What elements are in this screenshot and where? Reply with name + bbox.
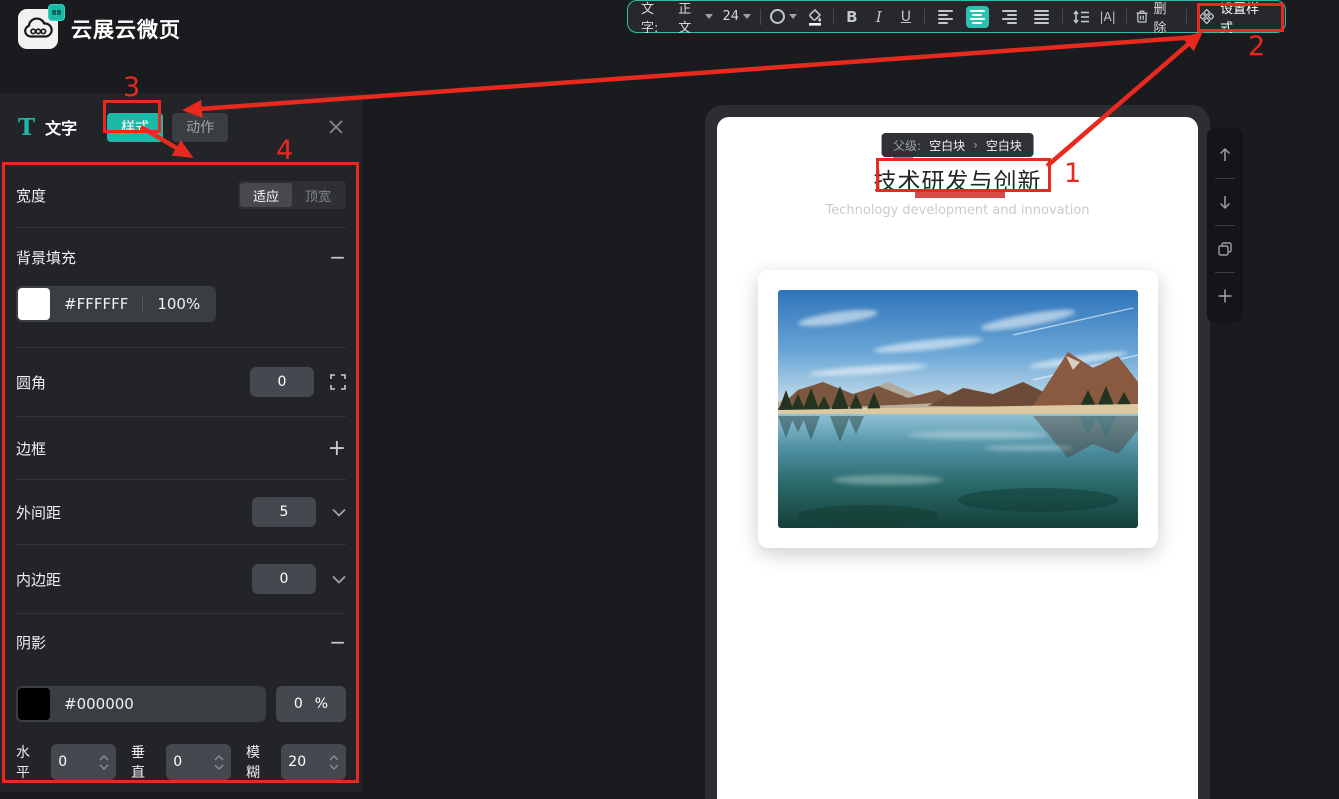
- percent-sign: %: [315, 696, 328, 712]
- chevron-down-icon[interactable]: [332, 508, 346, 517]
- app-logo[interactable]: 88 云展云微页: [18, 9, 181, 49]
- trash-icon: [1136, 9, 1148, 24]
- collapse-minus-icon[interactable]: −: [329, 245, 346, 269]
- text-color-picker[interactable]: [770, 9, 797, 24]
- shadow-blur-label: 模糊: [246, 742, 272, 782]
- page-preview-frame: 父级: 空白块 › 空白块 技术研发与创新 Technology develop…: [705, 105, 1210, 799]
- font-family-dropdown[interactable]: 正文: [678, 0, 713, 36]
- margin-label: 外间距: [16, 502, 61, 523]
- move-down-button[interactable]: [1207, 183, 1243, 221]
- background-opacity-value: 100%: [157, 295, 200, 313]
- align-justify-button[interactable]: [1030, 6, 1053, 28]
- breadcrumb-parent[interactable]: 空白块: [929, 137, 965, 154]
- align-center-button[interactable]: [966, 6, 989, 28]
- stepper-arrows-icon[interactable]: [99, 755, 109, 770]
- logo-badge: 88: [48, 4, 65, 21]
- shadow-label: 阴影: [16, 632, 46, 653]
- photo-card[interactable]: [758, 270, 1158, 548]
- text-color-circle-icon: [770, 9, 785, 24]
- width-label: 宽度: [16, 185, 46, 206]
- chevron-down-icon: [789, 14, 797, 19]
- collapse-minus-icon[interactable]: −: [329, 630, 346, 654]
- text-type-icon: T: [18, 114, 35, 141]
- shadow-horizontal-label: 水平: [16, 742, 42, 782]
- text-format-toolbar: 文字: 正文 24 B I U: [627, 0, 1286, 33]
- align-right-button[interactable]: [998, 6, 1021, 28]
- stepper-arrows-icon[interactable]: [214, 755, 224, 770]
- color-swatch: [18, 288, 50, 320]
- app-title: 云展云微页: [71, 14, 181, 44]
- breadcrumb-child[interactable]: 空白块: [986, 137, 1022, 154]
- set-style-button[interactable]: 设置样式: [1196, 0, 1272, 36]
- move-up-button[interactable]: [1207, 136, 1243, 174]
- italic-button[interactable]: I: [870, 6, 888, 28]
- toolbar-divider: [760, 9, 761, 25]
- shadow-color-value: #000000: [64, 695, 134, 713]
- annotation-number-2: 2: [1248, 31, 1265, 62]
- font-size-dropdown[interactable]: 24: [722, 9, 751, 24]
- toolbar-divider: [1126, 9, 1127, 25]
- color-swatch: [18, 688, 50, 720]
- logo-cloud-icon: 88: [18, 9, 58, 49]
- stepper-arrows-icon[interactable]: [329, 755, 339, 770]
- duplicate-button[interactable]: [1207, 230, 1243, 268]
- element-side-toolbar: [1207, 128, 1243, 323]
- radius-input[interactable]: 0: [250, 367, 314, 397]
- text-style-panel: T 文字 样式 动作 宽度 适应 顶宽 背景填充 − #FFFFFF: [0, 93, 362, 792]
- line-spacing-button[interactable]: [1072, 6, 1090, 28]
- radius-label: 圆角: [16, 372, 46, 393]
- width-option-full[interactable]: 顶宽: [292, 183, 344, 207]
- breadcrumb-prefix: 父级:: [893, 137, 921, 154]
- shadow-horizontal-stepper[interactable]: 0: [51, 744, 116, 780]
- padding-input[interactable]: 0: [252, 564, 316, 594]
- add-element-button[interactable]: [1207, 277, 1243, 315]
- four-diamonds-icon: [1200, 9, 1214, 24]
- underline-button[interactable]: U: [897, 6, 915, 28]
- highlight-color-button[interactable]: [806, 6, 824, 28]
- background-color-chip[interactable]: #FFFFFF 100%: [16, 286, 216, 322]
- border-label: 边框: [16, 438, 46, 459]
- background-fill-label: 背景填充: [16, 247, 76, 268]
- page-subtitle-text[interactable]: Technology development and innovation: [717, 203, 1198, 218]
- width-segmented-control: 适应 顶宽: [238, 181, 346, 209]
- width-option-fit[interactable]: 适应: [240, 183, 292, 207]
- toolbar-divider: [924, 9, 925, 25]
- toolbar-divider: [833, 9, 834, 25]
- toolbar-divider: [1062, 9, 1063, 25]
- mountain-lake-photo: [778, 290, 1138, 528]
- panel-title: 文字: [45, 115, 77, 139]
- chevron-down-icon: [743, 14, 751, 19]
- shadow-vertical-label: 垂直: [131, 742, 157, 782]
- selection-indicator: [893, 157, 913, 161]
- chevron-down-icon: [705, 14, 713, 19]
- align-left-button[interactable]: [934, 6, 957, 28]
- chevron-down-icon[interactable]: [332, 575, 346, 584]
- shadow-color-chip[interactable]: #000000: [16, 686, 266, 722]
- bold-button[interactable]: B: [843, 6, 861, 28]
- padding-label: 内边距: [16, 569, 61, 590]
- breadcrumb: 父级: 空白块 › 空白块: [881, 133, 1034, 157]
- shadow-vertical-stepper[interactable]: 0: [166, 744, 231, 780]
- shadow-opacity-input[interactable]: 0 %: [276, 686, 346, 722]
- page-title-text[interactable]: 技术研发与创新: [717, 162, 1198, 196]
- background-color-value: #FFFFFF: [64, 295, 128, 313]
- expand-corners-icon[interactable]: [330, 374, 346, 390]
- letter-spacing-button[interactable]: |A|: [1099, 6, 1117, 28]
- text-label: 文字:: [641, 0, 669, 36]
- tab-action[interactable]: 动作: [172, 113, 228, 142]
- tab-style[interactable]: 样式: [107, 113, 163, 142]
- breadcrumb-separator: ›: [973, 138, 978, 152]
- add-plus-icon[interactable]: +: [328, 436, 346, 461]
- toolbar-divider: [1186, 9, 1187, 25]
- shadow-blur-stepper[interactable]: 20: [281, 744, 346, 780]
- page-canvas[interactable]: 父级: 空白块 › 空白块 技术研发与创新 Technology develop…: [717, 117, 1198, 799]
- margin-input[interactable]: 5: [252, 497, 316, 527]
- delete-button[interactable]: 删除: [1136, 0, 1178, 36]
- close-icon[interactable]: [328, 119, 344, 135]
